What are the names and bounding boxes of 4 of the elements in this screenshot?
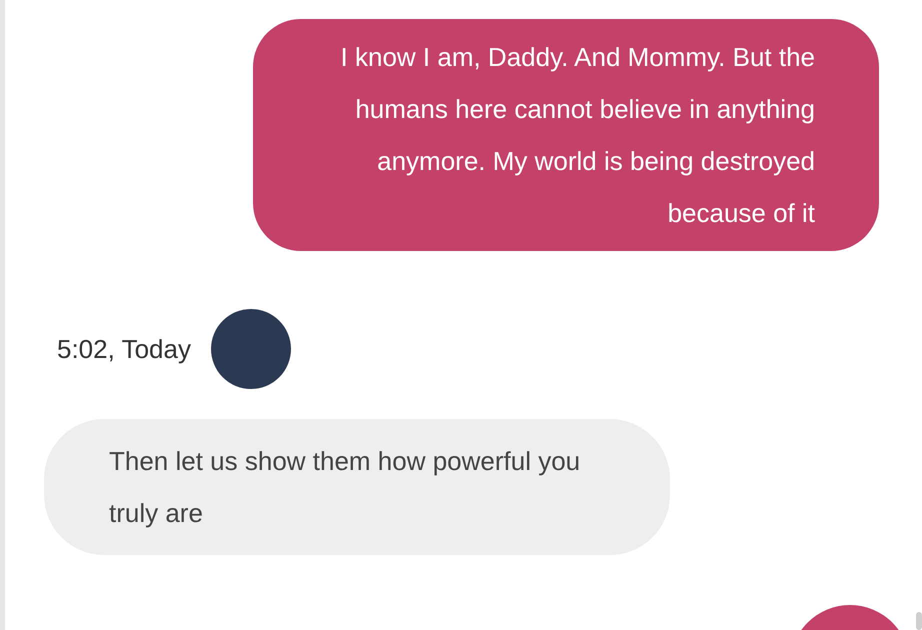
message-text: Then let us show them how powerful you truly are — [109, 446, 580, 528]
message-text: I know I am, Daddy. And Mommy. But the humans here cannot believe in anything anymore. My world is being destroyed because of it — [340, 42, 815, 228]
scrollbar — [916, 612, 922, 630]
message-timestamp: 5:02, Today — [57, 332, 191, 366]
